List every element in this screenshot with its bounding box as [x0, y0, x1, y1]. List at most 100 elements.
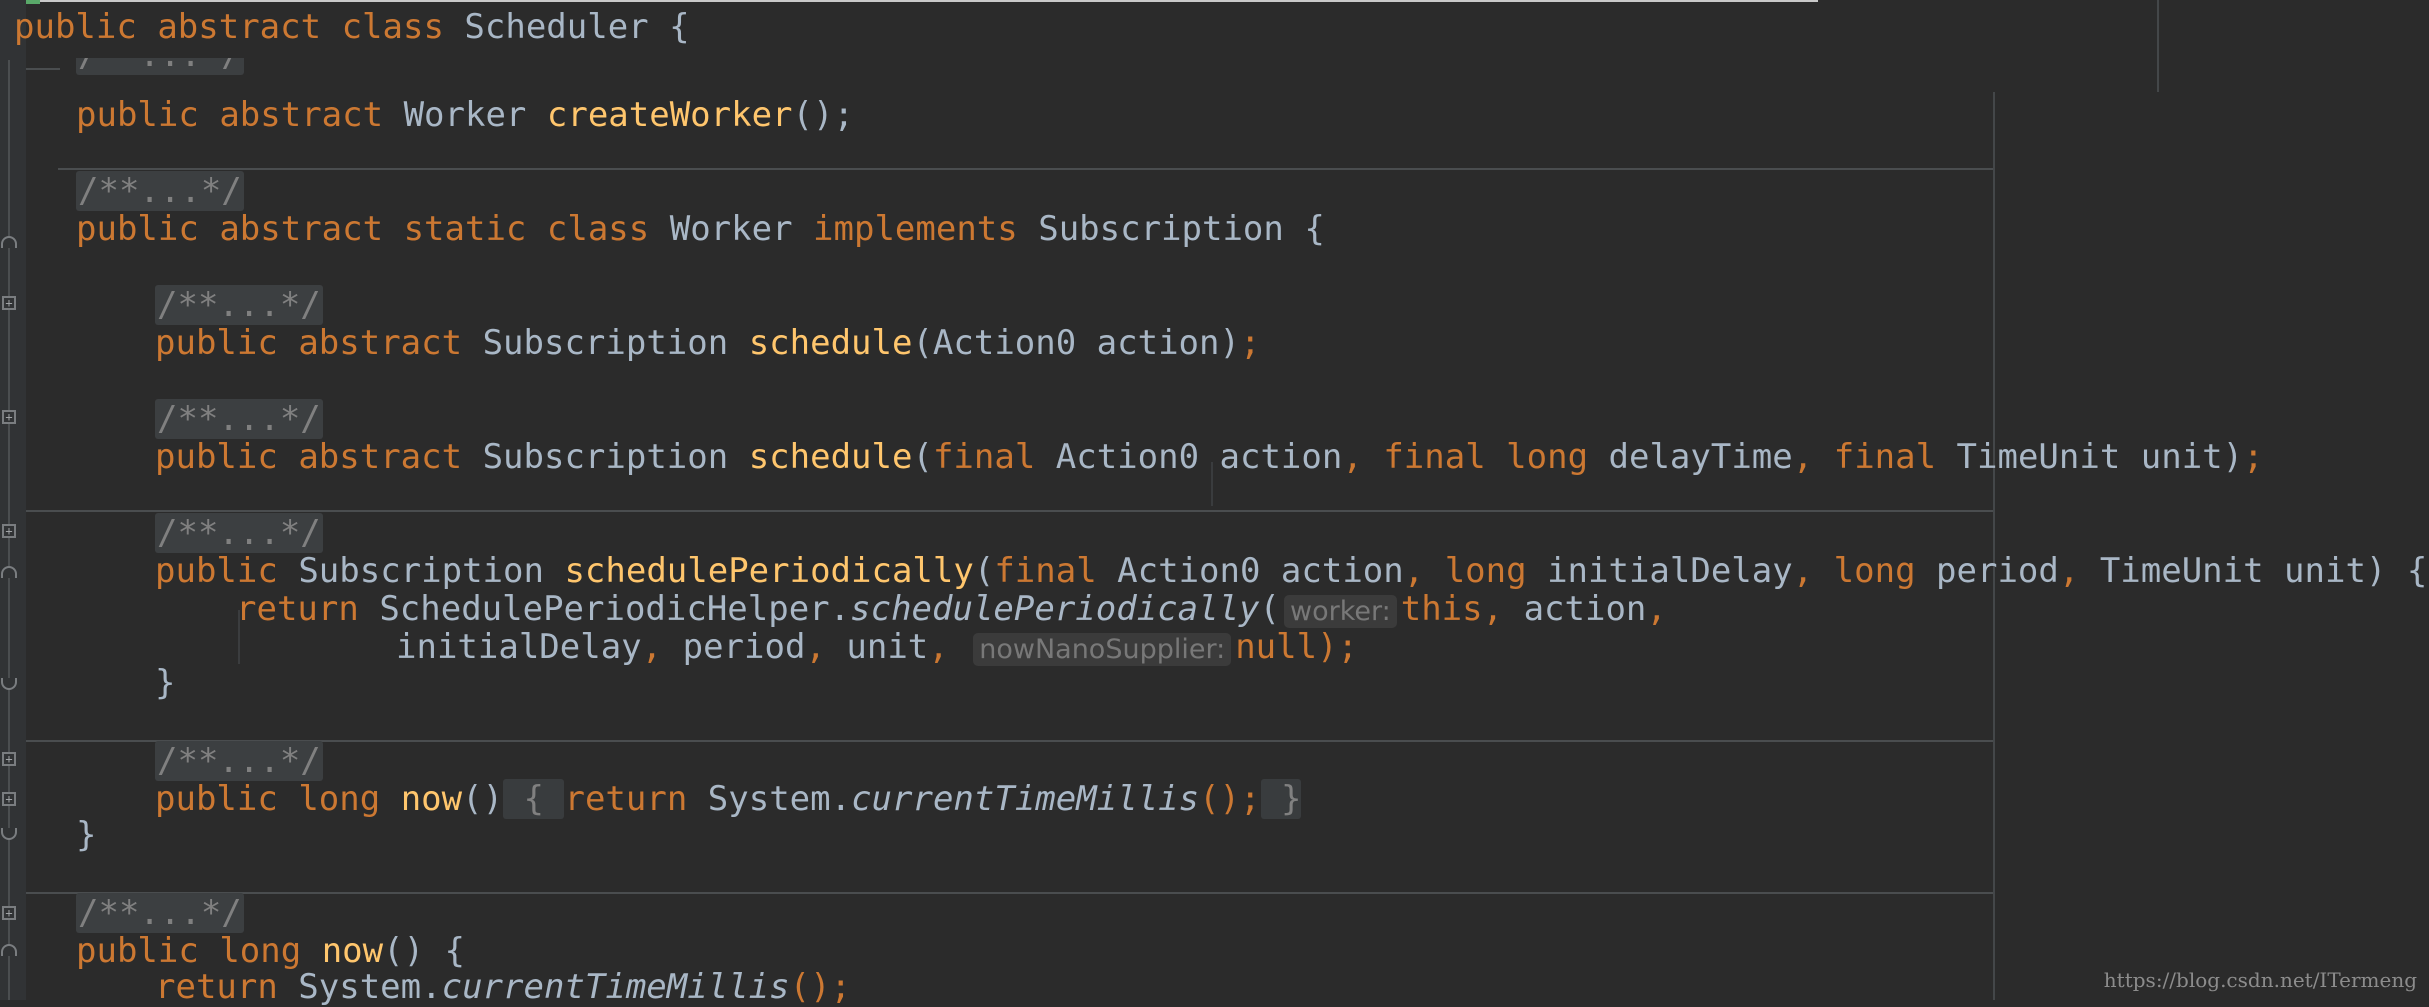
fold-expand-icon[interactable]: + — [2, 906, 16, 920]
brace: } — [155, 663, 176, 703]
keyword: abstract — [219, 209, 384, 249]
method-separator — [26, 892, 1993, 894]
keyword: public — [155, 551, 278, 591]
code-line-doc[interactable]: /**...*/ — [155, 285, 323, 325]
keyword: long — [1444, 551, 1527, 591]
code-line-doc[interactable]: /**...*/ — [155, 741, 323, 781]
keyword: public — [76, 209, 199, 249]
arg: unit — [825, 627, 929, 667]
brace: } — [76, 815, 97, 855]
method-name: schedule — [748, 437, 913, 477]
punct: (); — [789, 967, 852, 1007]
class-ref: System. — [277, 967, 442, 1007]
code-line-close-brace[interactable]: } — [76, 816, 96, 854]
keyword: final — [1833, 437, 1937, 477]
param: Action0 action — [1035, 437, 1343, 477]
fold-expand-icon[interactable]: + — [2, 752, 16, 766]
method-separator — [26, 68, 60, 70]
punct: (); — [792, 95, 854, 135]
folded-doc-comment[interactable]: /**...*/ — [155, 399, 323, 439]
keyword: public — [76, 931, 199, 971]
folded-doc-comment[interactable]: /**...*/ — [155, 741, 323, 781]
punct: , — [1792, 437, 1814, 477]
code-line-schedule[interactable]: public abstract Subscription schedule(Ac… — [155, 324, 1260, 362]
brace: { — [648, 7, 690, 47]
type-name: Subscription — [482, 437, 729, 477]
keyword: final — [1383, 437, 1486, 477]
punct: , — [1482, 589, 1504, 629]
param: Action0 action — [1096, 551, 1404, 591]
code-line-class-decl[interactable]: public abstract class Scheduler { — [14, 8, 690, 46]
punct: ); — [1317, 627, 1359, 667]
type-name: Worker — [403, 95, 527, 135]
fold-expand-icon[interactable]: + — [2, 524, 16, 538]
fold-start-icon[interactable] — [1, 944, 17, 956]
code-line-doc[interactable]: /**...*/ — [155, 513, 323, 553]
fold-end-icon[interactable] — [1, 678, 17, 690]
fold-start-icon[interactable] — [1, 566, 17, 578]
code-line-now[interactable]: public long now() { — [76, 932, 465, 970]
arg: action — [1503, 589, 1647, 629]
keyword: static — [403, 209, 527, 249]
watermark-url: https://blog.csdn.net/ITermeng — [2103, 968, 2417, 992]
code-line-create-worker[interactable]: public abstract Worker createWorker(); — [76, 96, 854, 134]
fold-end-icon[interactable] — [1, 828, 17, 840]
keyword: this — [1400, 589, 1483, 629]
code-line-continuation[interactable]: initialDelay, period, unit, nowNanoSuppl… — [396, 628, 1358, 666]
class-ref: System. — [687, 779, 852, 819]
method-name: createWorker — [546, 95, 793, 135]
param: delayTime — [1588, 437, 1793, 477]
punct: () { — [383, 931, 465, 971]
punct: , — [928, 627, 949, 667]
method-name: schedulePeriodically — [564, 551, 974, 591]
method-name: schedule — [748, 323, 913, 363]
code-line-doc[interactable]: /**...*/ — [76, 58, 244, 92]
keyword: long — [298, 779, 381, 819]
keyword: class — [546, 209, 650, 249]
fold-expand-icon[interactable]: + — [2, 792, 16, 806]
keyword: implements — [813, 209, 1018, 249]
code-line-now-return[interactable]: return System.currentTimeMillis(); — [155, 968, 851, 1006]
punct: ( — [1259, 589, 1281, 629]
keyword: return — [155, 967, 278, 1007]
method-name: now — [400, 779, 463, 819]
parameter-hint: worker: — [1284, 595, 1397, 628]
folded-doc-comment[interactable]: /**...*/ — [76, 893, 244, 933]
fold-expand-icon[interactable]: + — [2, 296, 16, 310]
method-name: now — [321, 931, 384, 971]
keyword: long — [1506, 437, 1589, 477]
code-line-worker-now[interactable]: public long now() { return System.curren… — [155, 779, 1302, 819]
keyword: class — [341, 7, 444, 47]
code-line-schedule-delayed[interactable]: public abstract Subscription schedule(fi… — [155, 438, 2264, 476]
folded-block-open[interactable]: { — [503, 779, 565, 819]
code-line-doc[interactable]: /**...*/ — [76, 171, 244, 211]
folded-doc-comment[interactable]: /**...*/ — [76, 58, 244, 75]
code-line-return-helper[interactable]: return SchedulePeriodicHelper.schedulePe… — [236, 590, 1667, 628]
punct: ; — [2243, 437, 2264, 477]
keyword: return — [564, 779, 688, 819]
code-line-doc[interactable]: /**...*/ — [76, 893, 244, 933]
arg: period — [662, 627, 806, 667]
punct: (); — [1199, 779, 1261, 819]
fold-start-icon[interactable] — [1, 236, 17, 248]
folded-doc-comment[interactable]: /**...*/ — [155, 285, 323, 325]
folded-block-close[interactable]: } — [1260, 779, 1302, 819]
keyword: return — [236, 589, 359, 629]
type-name: Subscription — [482, 323, 729, 363]
code-line-doc[interactable]: /**...*/ — [155, 399, 323, 439]
punct: , — [2058, 551, 2080, 591]
code-line-close-brace[interactable]: } — [155, 664, 175, 702]
method-separator — [58, 168, 1993, 170]
folded-doc-comment[interactable]: /**...*/ — [76, 171, 244, 211]
keyword: public — [76, 95, 199, 135]
fold-expand-icon[interactable]: + — [2, 410, 16, 424]
params: (Action0 action) — [912, 323, 1240, 363]
right-margin-guide — [2157, 0, 2159, 92]
static-method-call: currentTimeMillis — [441, 967, 790, 1007]
code-line-worker-class[interactable]: public abstract static class Worker impl… — [76, 210, 1325, 248]
code-line-schedule-periodically[interactable]: public Subscription schedulePeriodically… — [155, 552, 2427, 590]
right-margin-guide — [1993, 92, 1995, 1000]
type-name: Subscription — [1038, 209, 1284, 249]
keyword: final — [994, 551, 1097, 591]
folded-doc-comment[interactable]: /**...*/ — [155, 513, 323, 553]
